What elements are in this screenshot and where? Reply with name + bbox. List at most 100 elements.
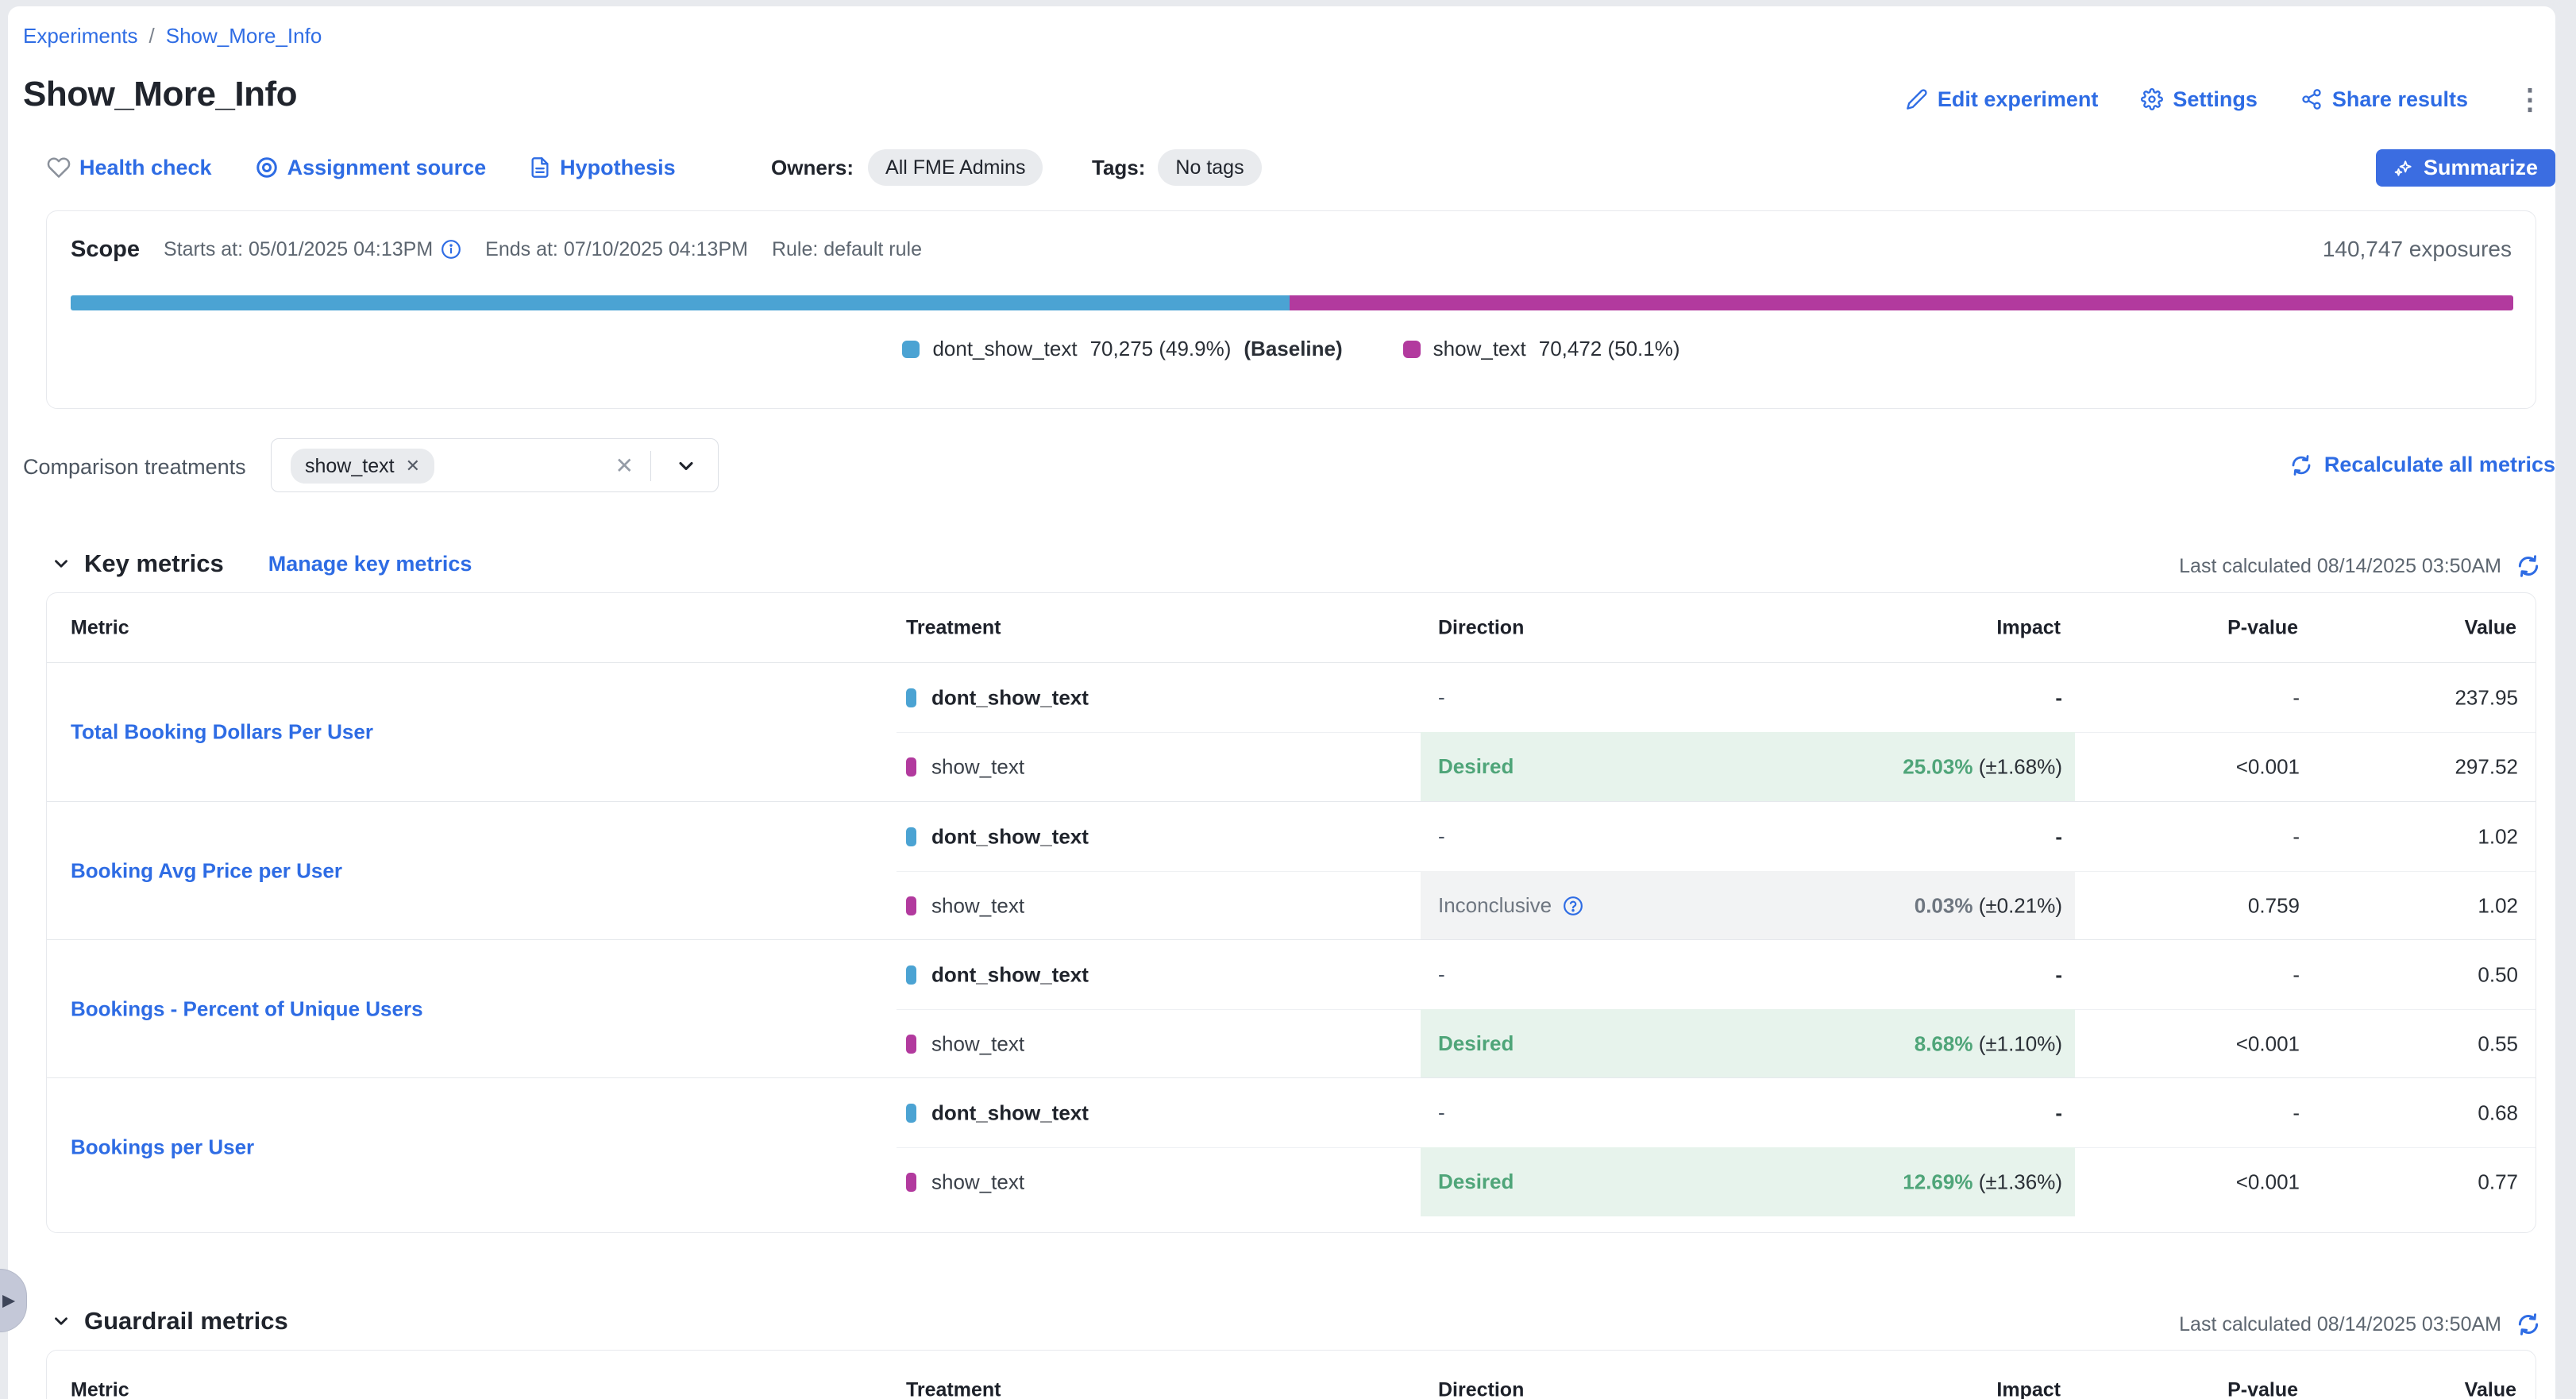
summarize-button[interactable]: Summarize <box>2376 149 2555 187</box>
legend-baseline-name: dont_show_text <box>932 337 1077 361</box>
comparison-treatments-select[interactable]: show_text ✕ ✕ <box>271 438 719 492</box>
treatment-name: dont_show_text <box>931 962 1089 987</box>
tags-label: Tags: <box>1092 156 1145 180</box>
share-results-button[interactable]: Share results <box>2300 87 2468 112</box>
allocation-segment-baseline <box>71 295 1290 310</box>
summarize-label: Summarize <box>2424 156 2538 180</box>
pvalue: - <box>2075 824 2300 849</box>
assignment-source-label: Assignment source <box>287 156 487 180</box>
direction-value: - <box>1438 962 1445 987</box>
recalculate-all-metrics-label: Recalculate all metrics <box>2324 453 2555 477</box>
column-header-value: Value <box>2465 1379 2516 1399</box>
play-triangle-icon: ▶ <box>2 1291 15 1311</box>
pvalue: - <box>2075 1100 2300 1125</box>
direction-value: Desired <box>1438 1031 1514 1056</box>
impact-value: 12.69% (±1.36%) <box>1903 1170 2062 1194</box>
chip-remove-icon[interactable]: ✕ <box>406 456 420 476</box>
value: 0.55 <box>2300 1031 2518 1056</box>
direction-value: Desired <box>1438 754 1514 779</box>
select-divider <box>650 451 652 481</box>
select-clear-icon[interactable]: ✕ <box>615 453 634 479</box>
scope-ends-at: Ends at: 07/10/2025 04:13PM <box>485 238 748 261</box>
legend-item-treatment: show_text 70,472 (50.1%) <box>1403 337 1680 361</box>
pvalue: <0.001 <box>2075 754 2300 779</box>
allocation-segment-treatment <box>1290 295 2513 310</box>
recalculate-all-metrics-button[interactable]: Recalculate all metrics <box>2289 453 2555 477</box>
chevron-down-icon[interactable] <box>675 455 697 477</box>
metric-group: Total Booking Dollars Per User dont_show… <box>47 663 2536 801</box>
treatment-swatch <box>906 757 916 777</box>
baseline-swatch <box>906 965 916 985</box>
pvalue: - <box>2075 962 2300 987</box>
treatment-swatch <box>1403 341 1421 358</box>
direction-value: Inconclusive <box>1438 893 1552 918</box>
column-header-metric: Metric <box>71 616 129 639</box>
treatment-swatch <box>906 896 916 915</box>
kebab-menu-icon[interactable]: ⋮ <box>2511 85 2549 114</box>
manage-key-metrics-link[interactable]: Manage key metrics <box>268 552 472 576</box>
tags-pill: No tags <box>1158 149 1261 186</box>
value: 0.77 <box>2300 1170 2518 1194</box>
info-circle-icon[interactable] <box>441 239 461 260</box>
direction-cell: Desired 25.03% (±1.68%) <box>1421 732 2075 801</box>
impact-value: - <box>2055 685 2062 710</box>
header-actions: Edit experiment Settings Share results ⋮ <box>1906 79 2549 119</box>
edit-experiment-button[interactable]: Edit experiment <box>1906 87 2099 112</box>
column-header-impact: Impact <box>1996 1379 2061 1399</box>
column-header-value: Value <box>2465 616 2516 639</box>
column-header-pvalue: P-value <box>2227 616 2298 639</box>
allocation-legend: dont_show_text 70,275 (49.9%) (Baseline)… <box>47 337 2536 361</box>
question-circle-icon[interactable] <box>1563 896 1583 916</box>
scope-rule: Rule: default rule <box>772 238 922 261</box>
refresh-icon <box>2289 453 2313 477</box>
pvalue: 0.759 <box>2075 893 2300 918</box>
treatment-chip-label: show_text <box>305 455 395 478</box>
legend-item-baseline: dont_show_text 70,275 (49.9%) (Baseline) <box>902 337 1342 361</box>
direction-cell: - - <box>1421 1078 2075 1147</box>
settings-label: Settings <box>2173 87 2258 112</box>
owners-block: Owners: All FME Admins <box>771 149 1043 186</box>
chevron-down-icon[interactable] <box>51 553 71 574</box>
hypothesis-link[interactable]: Hypothesis <box>529 156 676 180</box>
legend-baseline-detail: 70,275 (49.9%) <box>1090 337 1232 361</box>
exposures-count: 140,747 exposures <box>2323 237 2512 262</box>
direction-value: - <box>1438 824 1445 849</box>
scope-label: Scope <box>71 237 140 263</box>
tags-block: Tags: No tags <box>1092 149 1262 186</box>
legend-treatment-name: show_text <box>1433 337 1526 361</box>
owners-pill[interactable]: All FME Admins <box>868 149 1043 186</box>
table-row: dont_show_text - - - 0.68 <box>47 1078 2536 1147</box>
chevron-down-icon[interactable] <box>51 1311 71 1332</box>
legend-treatment-detail: 70,472 (50.1%) <box>1539 337 1680 361</box>
key-metrics-last-calculated: Last calculated 08/14/2025 03:50AM <box>2179 553 2541 579</box>
refresh-icon[interactable] <box>2516 1312 2541 1337</box>
treatment-name: show_text <box>931 893 1024 918</box>
impact-value: - <box>2055 824 2062 849</box>
direction-value: - <box>1438 1100 1445 1125</box>
share-nodes-icon <box>2300 88 2323 110</box>
refresh-icon[interactable] <box>2516 553 2541 579</box>
breadcrumb-experiments[interactable]: Experiments <box>23 24 138 48</box>
column-header-direction: Direction <box>1438 1379 1524 1399</box>
column-header-treatment: Treatment <box>906 1379 1001 1399</box>
impact-value: 0.03% (±0.21%) <box>1915 893 2062 918</box>
health-check-label: Health check <box>79 156 212 180</box>
value: 1.02 <box>2300 824 2518 849</box>
settings-button[interactable]: Settings <box>2141 87 2258 112</box>
allocation-bar <box>71 295 2513 310</box>
table-header: Metric Treatment Direction Impact P-valu… <box>47 1351 2536 1399</box>
assignment-source-link[interactable]: Assignment source <box>255 156 487 180</box>
guardrail-metrics-heading: Guardrail metrics <box>51 1307 288 1335</box>
value: 297.52 <box>2300 754 2518 779</box>
hypothesis-label: Hypothesis <box>560 156 676 180</box>
table-row: dont_show_text - - - 237.95 <box>47 663 2536 732</box>
direction-cell: - - <box>1421 663 2075 732</box>
metric-group: Bookings per User dont_show_text - - - 0… <box>47 1077 2536 1216</box>
value: 1.02 <box>2300 893 2518 918</box>
experiment-detail-page: Experiments / Show_More_Info Show_More_I… <box>0 0 2576 1399</box>
table-row: show_text Desired 12.69% (±1.36%) <0.001… <box>47 1147 2536 1216</box>
breadcrumb-current[interactable]: Show_More_Info <box>166 24 322 48</box>
health-check-link[interactable]: Health check <box>47 156 212 180</box>
file-text-icon <box>529 156 551 179</box>
guardrail-metrics-table: Metric Treatment Direction Impact P-valu… <box>46 1350 2536 1399</box>
